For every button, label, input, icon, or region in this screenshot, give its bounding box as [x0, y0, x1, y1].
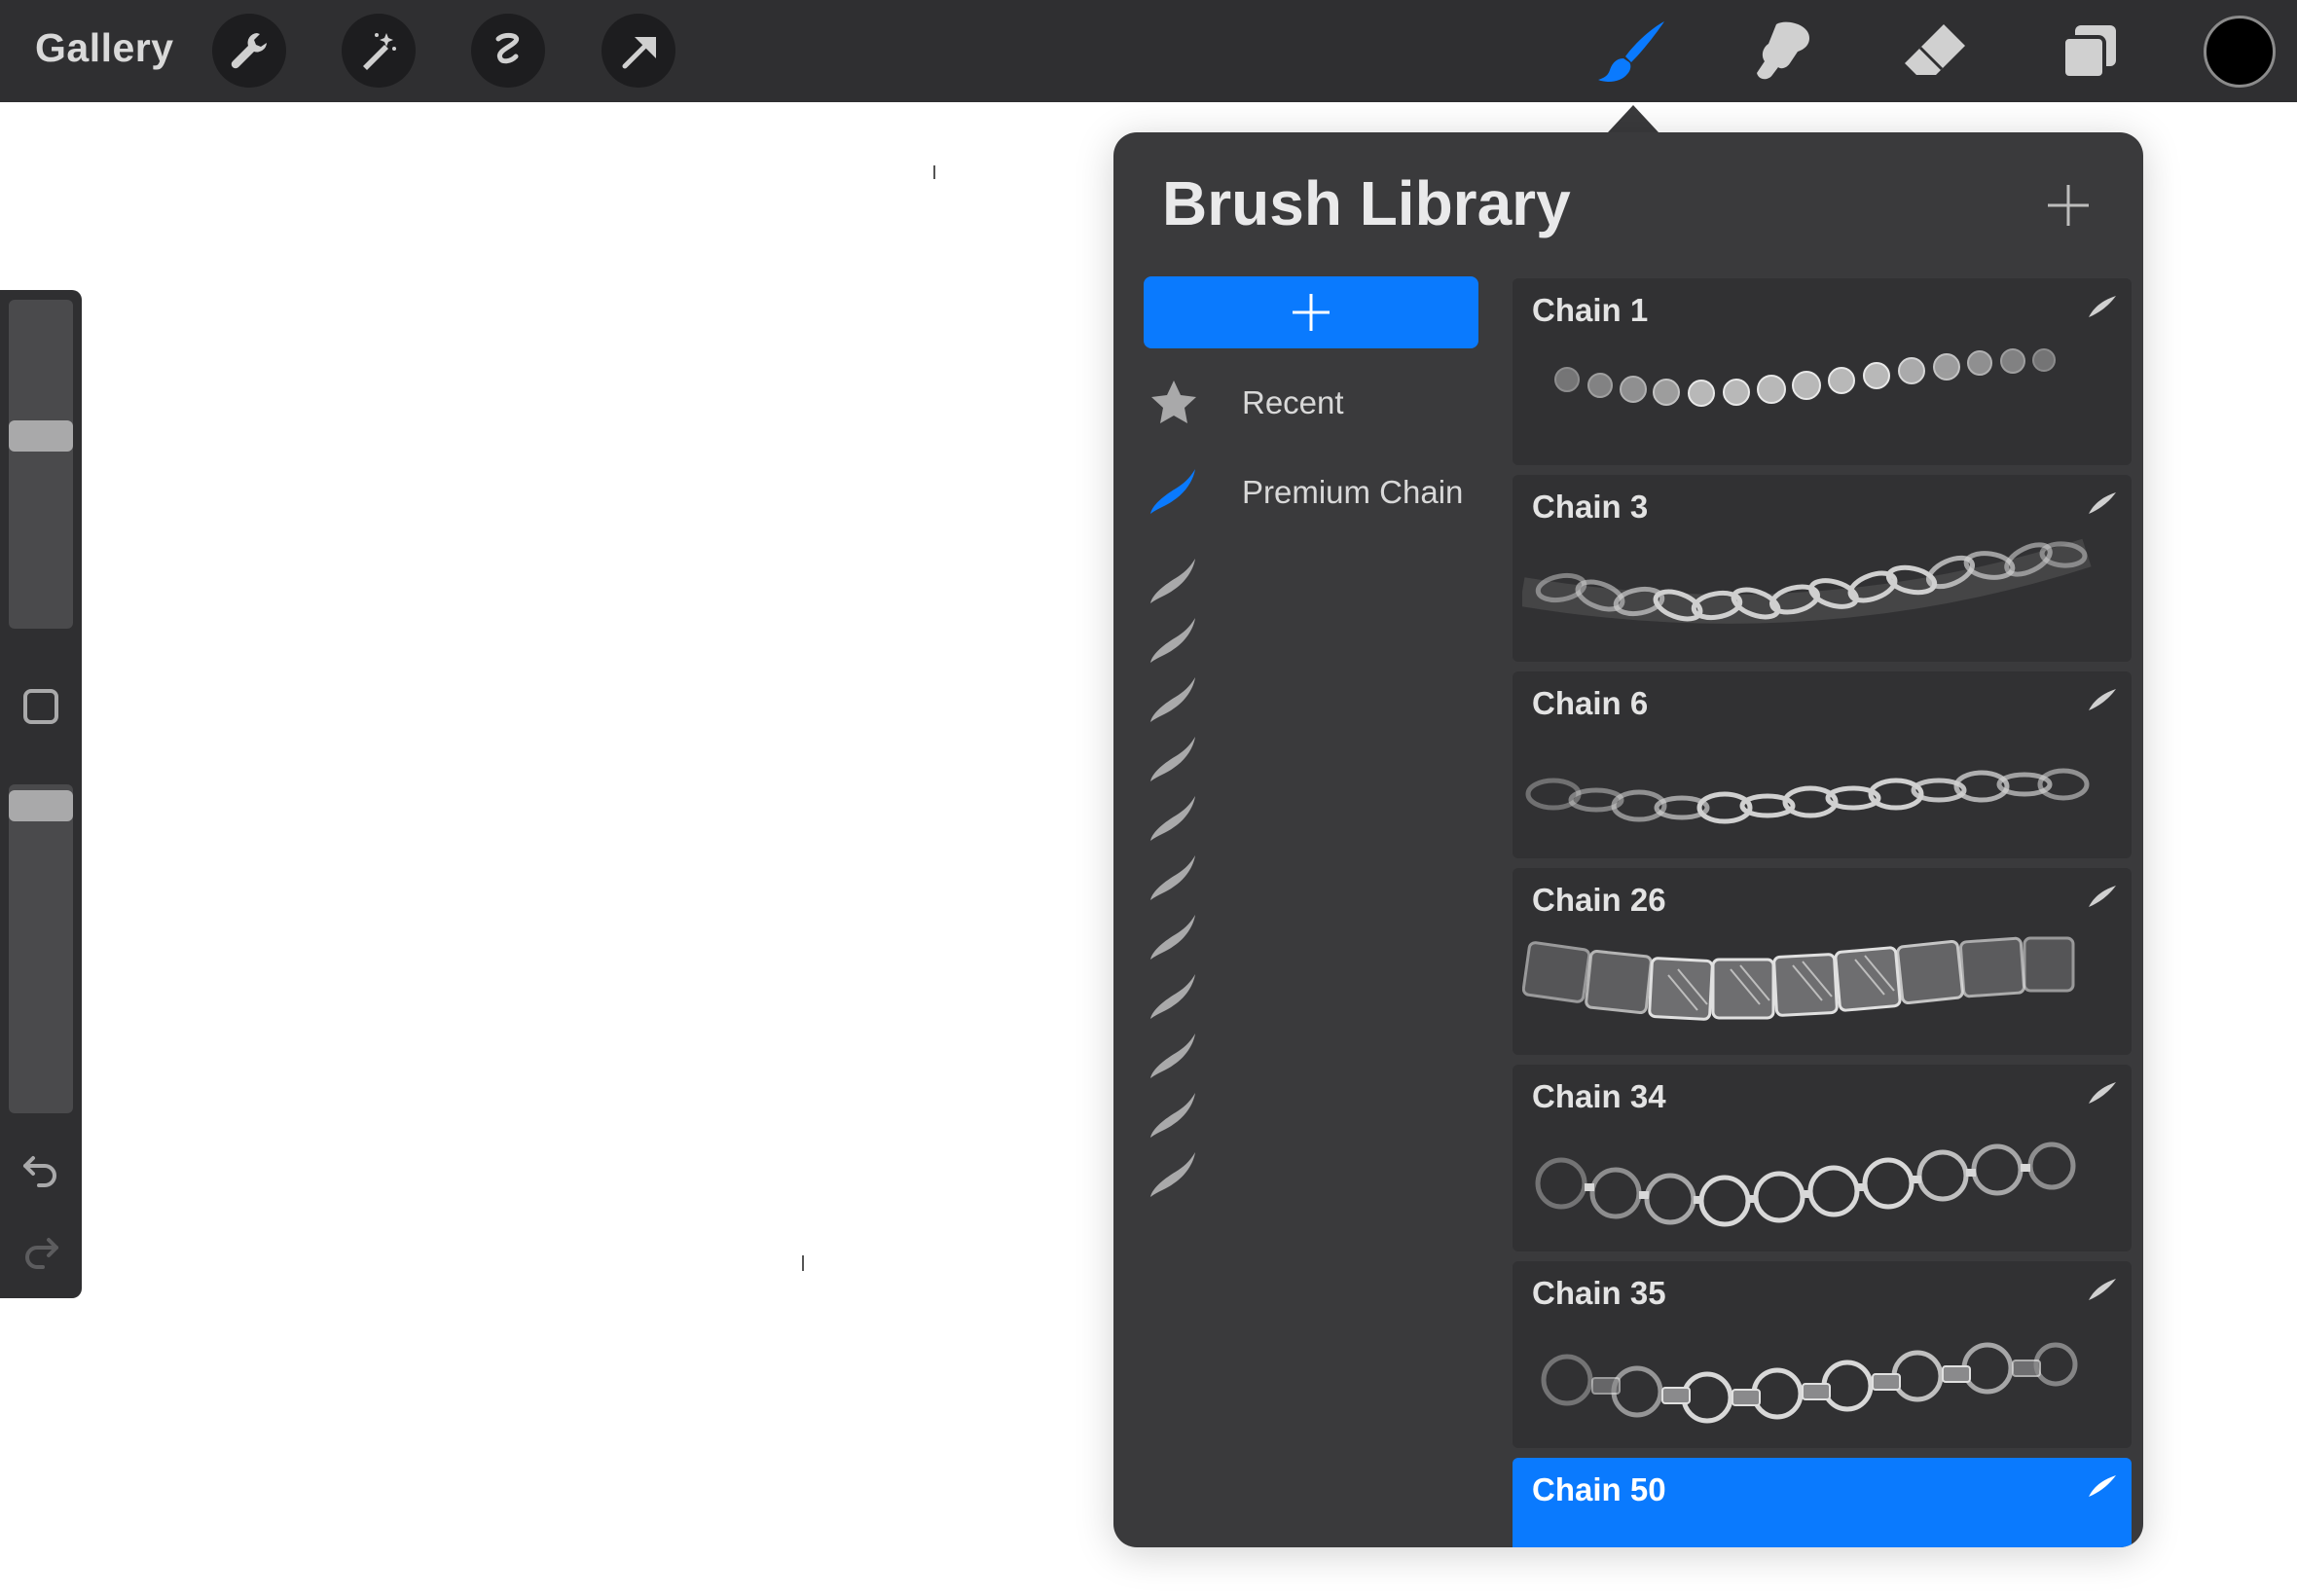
new-brush-plus-icon[interactable] [2044, 181, 2093, 230]
left-sidebar [0, 290, 82, 1298]
brush-name: Chain 26 [1532, 882, 1666, 918]
add-brush-set-button[interactable] [1144, 276, 1478, 348]
brush-stroke-icon [2089, 1279, 2116, 1300]
panel-title: Brush Library [1162, 168, 1571, 238]
brush-preview-selected [1522, 1516, 2106, 1547]
brush-item-chain-34[interactable]: Chain 34 [1513, 1065, 2132, 1251]
set-item[interactable] [1143, 1137, 1483, 1215]
set-item-label: Premium Chain [1242, 474, 1464, 510]
smudge-icon[interactable] [1742, 14, 1824, 91]
popover-caret [1608, 105, 1659, 132]
brush-preview-rings [1535, 1142, 2076, 1227]
brush-name: Chain 6 [1532, 685, 1649, 721]
square-icon[interactable] [14, 679, 68, 734]
star-icon [1143, 372, 1205, 434]
undo-icon[interactable] [14, 1141, 68, 1195]
redo-icon[interactable] [14, 1222, 68, 1277]
top-toolbar: Gallery [0, 0, 2297, 102]
set-item-label: Recent [1242, 384, 1344, 420]
color-picker-swatch[interactable] [2204, 16, 2276, 88]
brush-size-slider-thumb[interactable] [9, 420, 73, 452]
brush-name: Chain 50 [1532, 1471, 1666, 1507]
brush-preview-beads [1554, 348, 2056, 407]
brush-name: Chain 35 [1532, 1275, 1666, 1311]
brush-stroke-icon [2089, 1082, 2116, 1104]
brush-stroke-icon [2089, 1475, 2116, 1497]
brush-stroke-icon [1143, 461, 1205, 524]
brush-item-chain-6[interactable]: Chain 6 [1513, 671, 2132, 858]
opacity-slider-thumb[interactable] [9, 790, 73, 821]
brush-item-chain-26[interactable]: Chain 26 [1513, 868, 2132, 1055]
brush-list: Chain 1 Chain 3 Chain 6 Chain 26 Chain 3… [1513, 278, 2132, 1547]
brush-size-slider[interactable] [9, 300, 73, 629]
gallery-button[interactable]: Gallery [35, 25, 174, 71]
wrench-icon[interactable] [212, 14, 286, 88]
selection-icon[interactable] [471, 14, 545, 88]
brush-stroke-icon [2089, 492, 2116, 514]
brush-library-panel: Brush Library Recent Premium Chain Chain… [1113, 132, 2143, 1547]
eraser-icon[interactable] [1894, 14, 1976, 91]
brush-name: Chain 3 [1532, 489, 1649, 525]
brush-stroke-icon [1143, 1144, 1205, 1207]
brush-name: Chain 1 [1532, 292, 1649, 328]
brush-item-chain-1[interactable]: Chain 1 [1513, 278, 2132, 465]
brush-item-chain-35[interactable]: Chain 35 [1513, 1261, 2132, 1448]
brush-item-chain-50[interactable]: Chain 50 [1513, 1458, 2132, 1547]
magic-wand-icon[interactable] [342, 14, 416, 88]
canvas-mark [802, 1255, 804, 1271]
brush-preview-plates [1522, 936, 2075, 1021]
brush-stroke-icon [2089, 689, 2116, 710]
brush-stroke-icon [2089, 296, 2116, 317]
plus-icon [1293, 294, 1330, 331]
brush-preview-rings-bar [1541, 1342, 2078, 1424]
layers-icon[interactable] [2048, 14, 2130, 91]
set-item-premium-chain[interactable]: Premium Chain [1143, 453, 1483, 531]
brush-preview-cable [1525, 768, 2090, 824]
brush-preview-curb [1522, 538, 2092, 624]
brush-icon[interactable] [1590, 14, 1672, 91]
brush-item-chain-3[interactable]: Chain 3 [1513, 475, 2132, 662]
brush-stroke-icon [2089, 886, 2116, 907]
brush-name: Chain 34 [1532, 1078, 1666, 1114]
set-item-recent[interactable]: Recent [1143, 364, 1483, 442]
move-arrow-icon[interactable] [602, 14, 675, 88]
canvas-mark [933, 165, 935, 179]
opacity-slider[interactable] [9, 784, 73, 1113]
